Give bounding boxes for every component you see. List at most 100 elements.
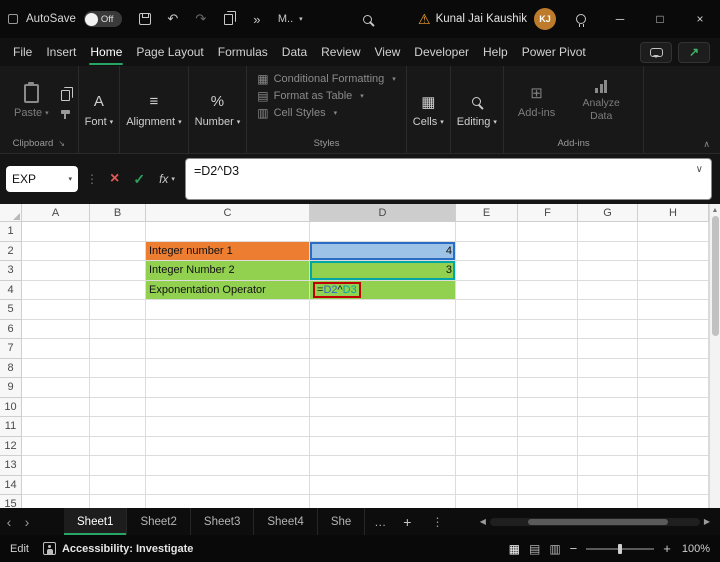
row-header-5[interactable]: 5 [0, 300, 22, 320]
redo-button[interactable]: ↷ [188, 5, 214, 33]
menu-tab-home[interactable]: Home [83, 38, 129, 66]
cell-F15[interactable] [518, 495, 578, 508]
cell-A8[interactable] [22, 358, 90, 378]
cell-G3[interactable] [578, 261, 638, 281]
cell-G10[interactable] [578, 397, 638, 417]
addins-button[interactable]: ⊞ Add-ins [512, 79, 561, 123]
cell-D8[interactable] [310, 358, 456, 378]
cell-B7[interactable] [90, 339, 146, 359]
cell-G4[interactable] [578, 280, 638, 300]
tabs-scroll-left-button[interactable]: ‹ [0, 514, 18, 530]
cell-G14[interactable] [578, 475, 638, 495]
zoom-out-button[interactable]: − [570, 541, 578, 556]
namebox-resize-handle[interactable]: ⋮ [84, 172, 100, 186]
cell-B6[interactable] [90, 319, 146, 339]
cell-G2[interactable] [578, 241, 638, 261]
format-as-table-button[interactable]: ▤ Format as Table ▾ [257, 89, 364, 103]
cell-A4[interactable] [22, 280, 90, 300]
cell-D3[interactable]: 3 [310, 261, 456, 281]
cell-C12[interactable] [146, 436, 310, 456]
dialog-launcher-icon[interactable]: ↘ [58, 139, 65, 148]
cell-E8[interactable] [456, 358, 518, 378]
cell-B11[interactable] [90, 417, 146, 437]
name-box[interactable]: EXP ▾ [6, 166, 78, 192]
cell-C2[interactable]: Integer number 1 [146, 241, 310, 261]
cell-H8[interactable] [638, 358, 709, 378]
cell-D5[interactable] [310, 300, 456, 320]
cell-F2[interactable] [518, 241, 578, 261]
row-header-4[interactable]: 4 [0, 280, 22, 300]
cell-A10[interactable] [22, 397, 90, 417]
row-header-3[interactable]: 3 [0, 261, 22, 281]
analyze-data-button[interactable]: Analyze Data [567, 76, 635, 125]
sheet-tab-she[interactable]: She [318, 508, 366, 535]
user-name[interactable]: Kunal Jai Kaushik [436, 13, 527, 25]
cell-H2[interactable] [638, 241, 709, 261]
accessibility-icon[interactable] [42, 542, 56, 555]
column-header-G[interactable]: G [578, 204, 638, 222]
cell-A14[interactable] [22, 475, 90, 495]
cell-G8[interactable] [578, 358, 638, 378]
autosave-toggle[interactable]: Off [83, 11, 122, 27]
cancel-entry-button[interactable]: × [106, 170, 123, 188]
minimize-button[interactable]: ─ [600, 0, 640, 38]
horizontal-scroll-thumb[interactable] [527, 518, 668, 525]
cell-G9[interactable] [578, 378, 638, 398]
cell-H9[interactable] [638, 378, 709, 398]
column-header-D[interactable]: D [310, 204, 456, 222]
cell-G5[interactable] [578, 300, 638, 320]
cell-B12[interactable] [90, 436, 146, 456]
menu-tab-insert[interactable]: Insert [39, 38, 83, 66]
cell-C6[interactable] [146, 319, 310, 339]
cell-H10[interactable] [638, 397, 709, 417]
cell-H4[interactable] [638, 280, 709, 300]
copy-button[interactable] [216, 5, 242, 33]
cell-B9[interactable] [90, 378, 146, 398]
insert-function-button[interactable]: fx ▾ [155, 172, 179, 186]
cell-E4[interactable] [456, 280, 518, 300]
cell-H15[interactable] [638, 495, 709, 508]
number-button[interactable]: % Number ▾ [189, 88, 247, 132]
cell-F4[interactable] [518, 280, 578, 300]
row-header-6[interactable]: 6 [0, 319, 22, 339]
menu-tab-page-layout[interactable]: Page Layout [129, 38, 210, 66]
cell-E11[interactable] [456, 417, 518, 437]
cell-A7[interactable] [22, 339, 90, 359]
row-header-9[interactable]: 9 [0, 378, 22, 398]
cell-B15[interactable] [90, 495, 146, 508]
row-header-2[interactable]: 2 [0, 241, 22, 261]
cells-button[interactable]: ▦ Cells ▾ [407, 88, 450, 132]
cell-G15[interactable] [578, 495, 638, 508]
column-header-F[interactable]: F [518, 204, 578, 222]
search-button[interactable] [353, 5, 383, 33]
namebox-dropdown-icon[interactable]: ▾ [68, 175, 72, 183]
cell-E6[interactable] [456, 319, 518, 339]
cell-D6[interactable] [310, 319, 456, 339]
cell-B10[interactable] [90, 397, 146, 417]
cell-A3[interactable] [22, 261, 90, 281]
cell-C4[interactable]: Exponentation Operator [146, 280, 310, 300]
cell-B2[interactable] [90, 241, 146, 261]
normal-view-button[interactable]: ▦ [509, 542, 520, 556]
cell-F14[interactable] [518, 475, 578, 495]
cell-D15[interactable] [310, 495, 456, 508]
cell-A11[interactable] [22, 417, 90, 437]
menu-tab-view[interactable]: View [368, 38, 408, 66]
select-all-corner[interactable] [0, 204, 22, 222]
row-header-15[interactable]: 15 [0, 495, 22, 508]
save-button[interactable] [132, 5, 158, 33]
cell-F5[interactable] [518, 300, 578, 320]
cell-E7[interactable] [456, 339, 518, 359]
cell-A1[interactable] [22, 222, 90, 242]
cell-D7[interactable] [310, 339, 456, 359]
sheet-tab-sheet3[interactable]: Sheet3 [191, 508, 255, 535]
cell-D13[interactable] [310, 456, 456, 476]
cell-E2[interactable] [456, 241, 518, 261]
close-button[interactable]: × [680, 0, 720, 38]
sheet-tab-sheet4[interactable]: Sheet4 [254, 508, 318, 535]
cell-D11[interactable] [310, 417, 456, 437]
row-header-12[interactable]: 12 [0, 436, 22, 456]
cell-C10[interactable] [146, 397, 310, 417]
cell-H11[interactable] [638, 417, 709, 437]
menu-tab-power-pivot[interactable]: Power Pivot [515, 38, 593, 66]
